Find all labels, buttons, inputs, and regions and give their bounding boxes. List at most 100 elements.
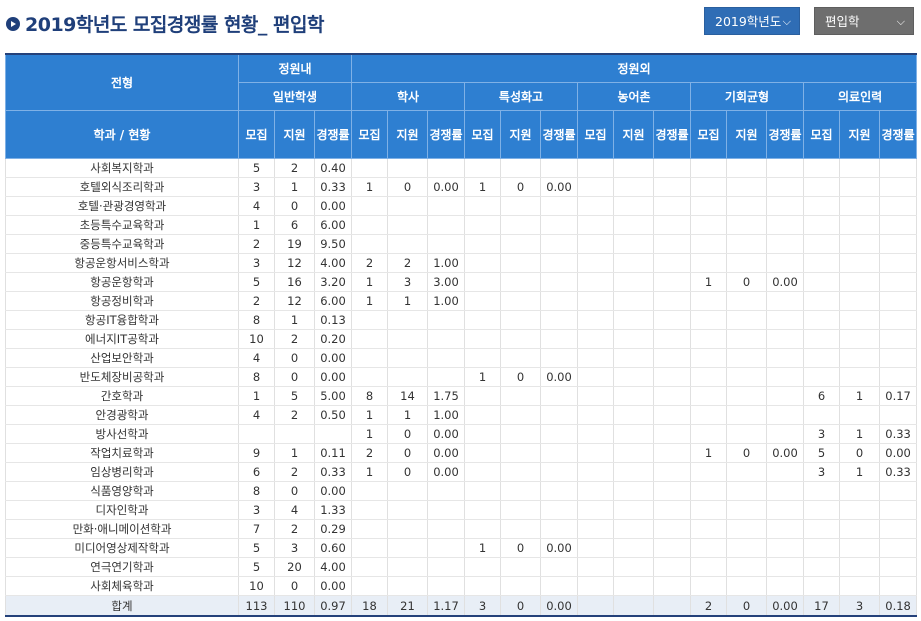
value-cell: 6.00 bbox=[314, 291, 352, 311]
department-cell: 연극연기학과 bbox=[5, 557, 239, 577]
value-cell: 2 bbox=[274, 329, 315, 349]
header-group: 기회균형 bbox=[690, 82, 804, 111]
value-cell: 8 bbox=[351, 386, 388, 406]
header-quota-in: 정원내 bbox=[238, 53, 352, 83]
chevron-down-icon: ⌵ bbox=[896, 15, 905, 28]
play-circle-icon bbox=[6, 17, 20, 31]
value-cell bbox=[577, 481, 614, 501]
value-cell bbox=[879, 348, 918, 368]
header-applicants: 지원 bbox=[613, 110, 654, 159]
table-row: 초등특수교육학과 1 6 6.00 bbox=[5, 215, 918, 235]
value-cell bbox=[540, 158, 578, 178]
value-cell: 1 bbox=[274, 310, 315, 330]
value-cell: 0 bbox=[500, 538, 541, 558]
value-cell: 2 bbox=[690, 595, 727, 617]
value-cell: 1 bbox=[351, 405, 388, 425]
value-cell bbox=[726, 253, 767, 273]
value-cell bbox=[500, 196, 541, 216]
value-cell bbox=[653, 443, 691, 463]
value-cell bbox=[387, 481, 428, 501]
value-cell bbox=[653, 253, 691, 273]
admission-type-select[interactable]: 편입학 ⌵ bbox=[814, 7, 914, 35]
value-cell bbox=[766, 405, 804, 425]
department-cell: 항공정비학과 bbox=[5, 291, 239, 311]
value-cell bbox=[351, 557, 388, 577]
value-cell: 0 bbox=[274, 481, 315, 501]
value-cell bbox=[839, 367, 880, 387]
value-cell bbox=[690, 462, 727, 482]
value-cell: 0 bbox=[726, 272, 767, 292]
value-cell bbox=[653, 196, 691, 216]
value-cell: 0.50 bbox=[314, 405, 352, 425]
value-cell: 2 bbox=[274, 405, 315, 425]
value-cell: 1 bbox=[464, 538, 501, 558]
value-cell: 10 bbox=[238, 329, 275, 349]
value-cell bbox=[690, 481, 727, 501]
header-quota-out: 정원외 bbox=[350, 53, 918, 83]
value-cell bbox=[766, 386, 804, 406]
value-cell bbox=[464, 234, 501, 254]
year-select[interactable]: 2019학년도 ⌵ bbox=[704, 7, 800, 35]
value-cell bbox=[839, 253, 880, 273]
value-cell: 2 bbox=[238, 234, 275, 254]
value-cell bbox=[726, 348, 767, 368]
value-cell bbox=[726, 576, 767, 596]
value-cell bbox=[500, 215, 541, 235]
department-cell: 호텔외식조리학과 bbox=[5, 177, 239, 197]
table-row: 항공IT융합학과 8 1 0.13 bbox=[5, 310, 918, 330]
value-cell bbox=[726, 291, 767, 311]
value-cell: 0.60 bbox=[314, 538, 352, 558]
value-cell bbox=[314, 424, 352, 444]
value-cell: 0.00 bbox=[314, 481, 352, 501]
value-cell bbox=[387, 310, 428, 330]
value-cell bbox=[879, 310, 918, 330]
value-cell bbox=[690, 557, 727, 577]
header-recruit: 모집 bbox=[577, 110, 614, 159]
value-cell bbox=[766, 481, 804, 501]
value-cell: 6 bbox=[803, 386, 840, 406]
value-cell: 2 bbox=[274, 519, 315, 539]
value-cell: 1 bbox=[351, 177, 388, 197]
value-cell bbox=[766, 348, 804, 368]
value-cell bbox=[879, 481, 918, 501]
value-cell: 0.33 bbox=[314, 462, 352, 482]
value-cell bbox=[540, 557, 578, 577]
value-cell bbox=[726, 234, 767, 254]
value-cell bbox=[464, 215, 501, 235]
value-cell: 0.18 bbox=[879, 595, 918, 617]
value-cell bbox=[613, 253, 654, 273]
value-cell bbox=[613, 215, 654, 235]
admission-type-select-value: 편입학 bbox=[825, 14, 860, 29]
value-cell bbox=[540, 500, 578, 520]
value-cell bbox=[726, 386, 767, 406]
value-cell bbox=[613, 348, 654, 368]
value-cell: 1 bbox=[464, 367, 501, 387]
value-cell bbox=[766, 234, 804, 254]
value-cell: 4 bbox=[274, 500, 315, 520]
value-cell bbox=[690, 367, 727, 387]
department-cell: 반도체장비공학과 bbox=[5, 367, 239, 387]
value-cell bbox=[464, 443, 501, 463]
value-cell bbox=[351, 348, 388, 368]
value-cell bbox=[726, 424, 767, 444]
value-cell bbox=[464, 481, 501, 501]
value-cell: 1 bbox=[351, 272, 388, 292]
value-cell bbox=[500, 329, 541, 349]
value-cell bbox=[613, 519, 654, 539]
value-cell: 5 bbox=[238, 272, 275, 292]
value-cell: 6 bbox=[274, 215, 315, 235]
department-cell: 호텔·관광경영학과 bbox=[5, 196, 239, 216]
value-cell bbox=[653, 310, 691, 330]
value-cell bbox=[427, 500, 465, 520]
value-cell bbox=[613, 538, 654, 558]
value-cell bbox=[653, 462, 691, 482]
value-cell bbox=[464, 576, 501, 596]
value-cell bbox=[274, 424, 315, 444]
value-cell bbox=[803, 500, 840, 520]
value-cell: 0 bbox=[274, 348, 315, 368]
department-cell: 임상병리학과 bbox=[5, 462, 239, 482]
value-cell bbox=[613, 367, 654, 387]
value-cell bbox=[803, 234, 840, 254]
value-cell: 0.00 bbox=[766, 272, 804, 292]
value-cell: 0.13 bbox=[314, 310, 352, 330]
